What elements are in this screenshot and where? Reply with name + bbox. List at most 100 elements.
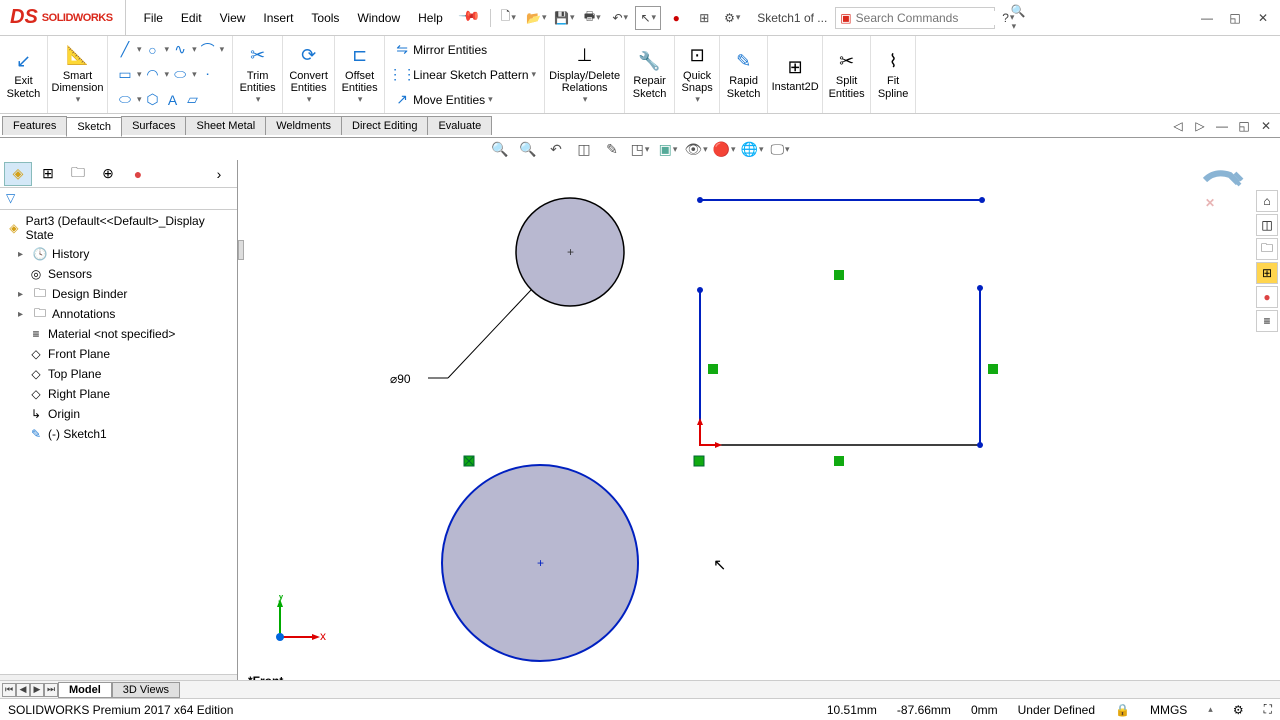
doc-restore-button[interactable]: ◱ xyxy=(1234,114,1254,138)
menu-insert[interactable]: Insert xyxy=(255,7,301,29)
ellipse-icon[interactable]: ⬭ xyxy=(171,66,189,84)
section-view-button[interactable]: ◫ xyxy=(571,138,597,160)
relation-vertical[interactable] xyxy=(988,364,998,374)
instant2d-button[interactable]: ⊞ Instant2D xyxy=(768,36,823,113)
previous-view-button[interactable]: ↶ xyxy=(543,138,569,160)
close-button[interactable]: ✕ xyxy=(1250,6,1276,30)
plane-icon[interactable]: ▱ xyxy=(184,91,202,109)
open-button[interactable]: 📂▾ xyxy=(523,6,549,30)
restore-button[interactable]: ◱ xyxy=(1222,6,1248,30)
tab-model[interactable]: Model xyxy=(58,682,112,698)
last-button[interactable]: ⏭ xyxy=(44,683,58,697)
dimxpert-tab[interactable]: ⊕ xyxy=(94,162,122,186)
fit-spline-button[interactable]: ⌇ Fit Spline xyxy=(871,36,916,113)
zoom-fit-button[interactable]: 🔍 xyxy=(487,138,513,160)
status-gear-icon[interactable]: ⚙ xyxy=(1233,703,1244,717)
search-commands[interactable]: ▣ 🔍▾ xyxy=(835,7,995,29)
tree-material[interactable]: ≡Material <not specified> xyxy=(2,324,235,344)
spline-icon[interactable]: ∿ xyxy=(171,41,189,59)
status-max-icon[interactable]: ⛶ xyxy=(1264,702,1272,717)
tab-sketch[interactable]: Sketch xyxy=(66,117,122,137)
sketch-cancel-icon[interactable]: ✕ xyxy=(1205,196,1215,210)
status-lock-icon[interactable]: 🔒 xyxy=(1115,703,1130,717)
tree-right-plane[interactable]: ◇Right Plane xyxy=(2,384,235,404)
zoom-area-button[interactable]: 🔍 xyxy=(515,138,541,160)
search-input[interactable] xyxy=(856,11,1011,25)
fillet-icon[interactable]: ⌒ xyxy=(199,41,217,59)
convert-entities-button[interactable]: ⟳ Convert Entities ▾ xyxy=(283,36,335,113)
menu-view[interactable]: View xyxy=(212,7,254,29)
quick-snaps-button[interactable]: ⊡ Quick Snaps ▾ xyxy=(675,36,720,113)
file-explorer-icon[interactable]: 🗀 xyxy=(1256,238,1278,260)
mirror-entities-button[interactable]: ⇋Mirror Entities xyxy=(389,38,540,62)
endpoint[interactable] xyxy=(977,285,983,291)
rebuild-button[interactable]: ● xyxy=(663,6,689,30)
offset-entities-button[interactable]: ⊏ Offset Entities ▾ xyxy=(335,36,385,113)
custom-props-icon[interactable]: ≡ xyxy=(1256,310,1278,332)
feature-tree-tab[interactable]: ◈ xyxy=(4,162,32,186)
tab-sheet-metal[interactable]: Sheet Metal xyxy=(185,116,266,135)
options-button[interactable]: ⊞ xyxy=(691,6,717,30)
tree-sensors[interactable]: ◎Sensors xyxy=(2,264,235,284)
graphics-area[interactable]: ✕ ⌂ ◫ 🗀 ⊞ ● ≡ + ⌀90 + xyxy=(238,160,1280,690)
line-icon[interactable]: ╱ xyxy=(116,41,134,59)
exit-sketch-button[interactable]: ↙ Exit Sketch xyxy=(0,36,48,113)
select-button[interactable]: ↖▾ xyxy=(635,6,661,30)
next-button[interactable]: ▶ xyxy=(30,683,44,697)
tree-annotations[interactable]: ▸🗀Annotations xyxy=(2,304,235,324)
tree-front-plane[interactable]: ◇Front Plane xyxy=(2,344,235,364)
tab-3d-views[interactable]: 3D Views xyxy=(112,682,180,698)
view-orientation-button[interactable]: ◳▾ xyxy=(627,138,653,160)
first-button[interactable]: ⏮ xyxy=(2,683,16,697)
smart-dimension-button[interactable]: 📐 Smart Dimension ▾ xyxy=(48,36,108,113)
save-button[interactable]: 💾▾ xyxy=(551,6,577,30)
tree-origin[interactable]: ↳Origin xyxy=(2,404,235,424)
design-library-icon[interactable]: ◫ xyxy=(1256,214,1278,236)
polygon-icon[interactable]: ⬡ xyxy=(144,91,162,109)
tree-top-plane[interactable]: ◇Top Plane xyxy=(2,364,235,384)
status-units[interactable]: MMGS xyxy=(1150,703,1187,717)
linear-pattern-button[interactable]: ⋮⋮Linear Sketch Pattern▾ xyxy=(389,63,540,87)
doc-minimize-button[interactable]: — xyxy=(1212,114,1232,138)
menu-tools[interactable]: Tools xyxy=(303,7,347,29)
relation-horizontal[interactable] xyxy=(834,270,844,280)
settings-button[interactable]: ⚙▾ xyxy=(719,6,745,30)
split-entities-button[interactable]: ✂ Split Entities xyxy=(823,36,871,113)
sketch-canvas[interactable]: + ⌀90 + xyxy=(238,160,1278,680)
trim-entities-button[interactable]: ✂ Trim Entities ▾ xyxy=(233,36,283,113)
arc-icon[interactable]: ◠ xyxy=(144,66,162,84)
circle-icon[interactable]: ○ xyxy=(144,41,162,59)
undo-button[interactable]: ↶▾ xyxy=(607,6,633,30)
menu-window[interactable]: Window xyxy=(349,7,408,29)
slot-icon[interactable]: ⬭ xyxy=(116,91,134,109)
minimize-button[interactable]: — xyxy=(1194,6,1220,30)
dimension-value[interactable]: ⌀90 xyxy=(390,372,411,386)
print-button[interactable]: 🖶▾ xyxy=(579,6,605,30)
tree-history[interactable]: ▸🕓History xyxy=(2,244,235,264)
property-manager-tab[interactable]: ⊞ xyxy=(34,162,62,186)
menu-file[interactable]: File xyxy=(136,7,171,29)
pin-icon[interactable]: 📌 xyxy=(454,4,482,32)
dynamic-annotation-button[interactable]: ✎ xyxy=(599,138,625,160)
menu-help[interactable]: Help xyxy=(410,7,451,29)
doc-close-button[interactable]: ✕ xyxy=(1256,114,1276,138)
help-button[interactable]: ?▾ xyxy=(995,6,1021,30)
prev-button[interactable]: ◀ xyxy=(16,683,30,697)
new-button[interactable]: 🗋▾ xyxy=(495,6,521,30)
tab-features[interactable]: Features xyxy=(2,116,67,135)
rapid-sketch-button[interactable]: ✎ Rapid Sketch xyxy=(720,36,768,113)
move-entities-button[interactable]: ↗Move Entities▾ xyxy=(389,88,540,112)
display-manager-tab[interactable]: ● xyxy=(124,162,152,186)
appearances-icon[interactable]: ● xyxy=(1256,286,1278,308)
doc-prev-button[interactable]: ◁ xyxy=(1168,114,1188,138)
point-icon[interactable]: ⋅ xyxy=(199,66,217,84)
tree-sketch1[interactable]: ✎(-) Sketch1 xyxy=(2,424,235,444)
repair-sketch-button[interactable]: 🔧 Repair Sketch xyxy=(625,36,675,113)
view-settings-button[interactable]: 🖵▾ xyxy=(767,138,793,160)
home-icon[interactable]: ⌂ xyxy=(1256,190,1278,212)
relation-vertical[interactable] xyxy=(708,364,718,374)
rect-icon[interactable]: ▭ xyxy=(116,66,134,84)
display-relations-button[interactable]: ⊥ Display/Delete Relations ▾ xyxy=(545,36,625,113)
tab-evaluate[interactable]: Evaluate xyxy=(427,116,492,135)
units-dropdown-icon[interactable]: ▴ xyxy=(1208,704,1213,715)
